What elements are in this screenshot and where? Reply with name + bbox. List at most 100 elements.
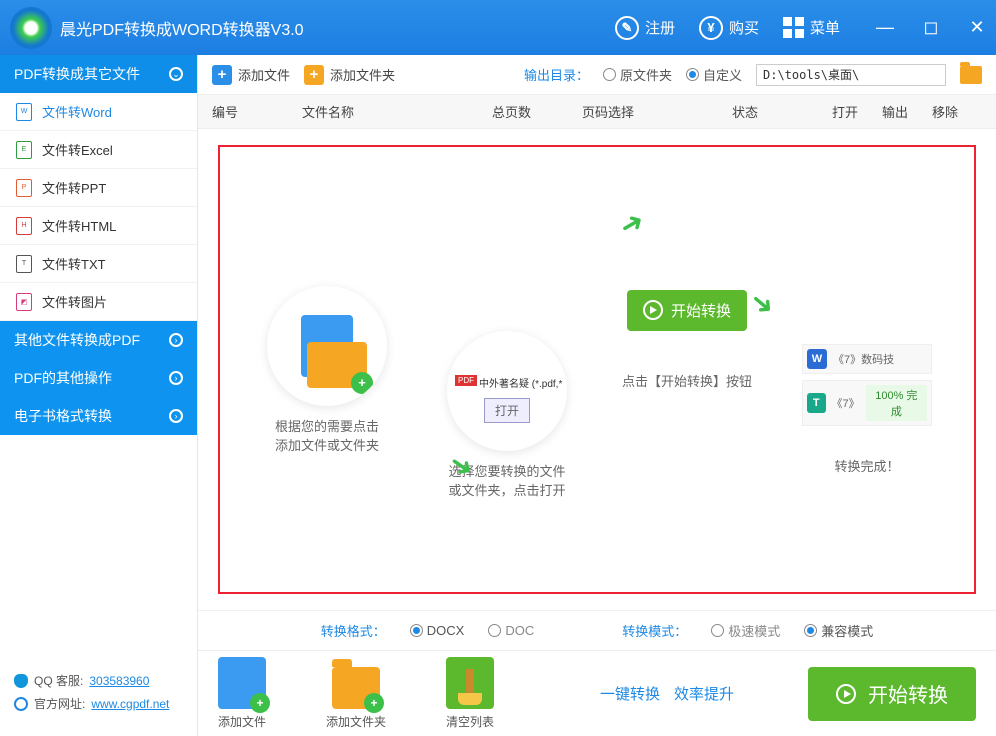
chevron-right-icon: › [169, 333, 183, 347]
radio-label: 兼容模式 [821, 621, 873, 640]
sidebar: PDF转换成其它文件 ⌄ W 文件转Word E文件转Excel P文件转PPT H… [0, 55, 197, 736]
sidebar-item-word[interactable]: W 文件转Word [0, 93, 197, 131]
open-button-sample: 打开 [484, 398, 530, 423]
broom-icon [446, 657, 494, 709]
guide-area: 根据您的需要点击 添加文件或文件夹 ➜ PDF 中外著名疑 (*.pdf,* 打… [218, 145, 976, 594]
radio-compat-mode[interactable]: 兼容模式 [804, 621, 873, 640]
sidebar-item-image[interactable]: ◩文件转图片 [0, 283, 197, 321]
guide-text: 转换完成！ [834, 456, 899, 475]
pdf-badge: PDF [455, 375, 477, 386]
radio-label: DOCX [427, 623, 465, 638]
qq-label: QQ 客服: [34, 672, 83, 689]
radio-fast-mode[interactable]: 极速模式 [711, 621, 780, 640]
chevron-right-icon: › [169, 371, 183, 385]
start-convert-button[interactable]: 开始转换 [808, 667, 976, 721]
radio-label: 原文件夹 [620, 65, 672, 84]
sidebar-head-label: PDF转换成其它文件 [14, 64, 140, 84]
radio-docx[interactable]: DOCX [410, 623, 465, 638]
radio-custom-folder[interactable]: 自定义 [686, 65, 742, 84]
footer-btn-label: 清空列表 [446, 713, 494, 730]
user-icon: ✎ [615, 16, 639, 40]
maximize-button[interactable]: ◻ [922, 17, 940, 38]
chevron-right-icon: › [169, 409, 183, 423]
col-pages: 总页数 [492, 102, 582, 121]
sidebar-item-label: 文件转Word [42, 102, 112, 121]
col-open: 打开 [832, 102, 882, 121]
footer-add-folder[interactable]: 添加文件夹 [326, 657, 386, 730]
start-pill-label: 开始转换 [671, 300, 731, 321]
close-button[interactable]: ✕ [968, 17, 986, 38]
start-label: 开始转换 [868, 679, 948, 708]
txt-file-icon: T [807, 393, 826, 413]
add-folder-button[interactable]: + 添加文件夹 [304, 65, 395, 85]
col-range: 页码选择 [582, 102, 732, 121]
minimize-button[interactable]: — [876, 17, 894, 38]
plus-icon: + [304, 65, 324, 85]
guide-step-4: W《7》数码技 T《7》100% 完成 转换完成！ [782, 344, 952, 475]
start-pill-sample: 开始转换 [627, 290, 747, 331]
guide-text: 根据您的需要点击 添加文件或文件夹 [275, 416, 379, 454]
ie-icon [14, 697, 28, 711]
word-file-icon: W [807, 349, 827, 369]
file-sample-label: 中外著名疑 (*.pdf,* [479, 375, 562, 390]
sidebar-item-excel[interactable]: E文件转Excel [0, 131, 197, 169]
file-add-icon [218, 657, 266, 709]
qq-support: QQ 客服: 303583960 [14, 672, 183, 689]
col-remove: 移除 [932, 102, 982, 121]
browse-folder-button[interactable] [960, 66, 982, 84]
menu-button[interactable]: 菜单 [783, 17, 840, 38]
sidebar-section-pdf-ops[interactable]: PDF的其他操作 › [0, 359, 197, 397]
col-number: 编号 [212, 102, 302, 121]
radio-original-folder[interactable]: 原文件夹 [603, 65, 672, 84]
chevron-down-icon: ⌄ [169, 67, 183, 81]
toolbar: +添加文件 + 添加文件夹 输出目录： 原文件夹 自定义 [198, 55, 996, 95]
table-header: 编号 文件名称 总页数 页码选择 状态 打开 输出 移除 [198, 95, 996, 129]
sidebar-section-label: 其他文件转换成PDF [14, 330, 140, 350]
tagline: 一键转换效率提升 [600, 683, 734, 704]
titlebar: 晨光PDF转换成WORD转换器V3.0 www.pc0359.cn ✎注册 ¥购… [0, 0, 996, 55]
sidebar-item-html[interactable]: H文件转HTML [0, 207, 197, 245]
yen-icon: ¥ [699, 16, 723, 40]
output-dir-label: 输出目录： [524, 65, 589, 84]
ppt-icon: P [16, 179, 32, 197]
qq-link[interactable]: 303583960 [89, 674, 149, 688]
col-output: 输出 [882, 102, 932, 121]
sidebar-section-ebook[interactable]: 电子书格式转换 › [0, 397, 197, 435]
sidebar-section-label: PDF的其他操作 [14, 368, 112, 388]
output-path-input[interactable] [756, 64, 946, 86]
mode-label: 转换模式： [622, 621, 687, 640]
footer-add-file[interactable]: 添加文件 [218, 657, 266, 730]
footer-btn-label: 添加文件 [218, 713, 266, 730]
radio-label: 极速模式 [728, 621, 780, 640]
sidebar-item-ppt[interactable]: P文件转PPT [0, 169, 197, 207]
sidebar-item-label: 文件转TXT [42, 254, 106, 273]
sidebar-section-label: 电子书格式转换 [14, 406, 112, 426]
footer-clear-list[interactable]: 清空列表 [446, 657, 494, 730]
options-bar: 转换格式： DOCX DOC 转换模式： 极速模式 兼容模式 [198, 610, 996, 650]
app-logo [10, 7, 52, 49]
sidebar-item-txt[interactable]: T文件转TXT [0, 245, 197, 283]
buy-button[interactable]: ¥ 购买 [699, 16, 759, 40]
sidebar-item-label: 文件转HTML [42, 216, 116, 235]
footer: 添加文件 添加文件夹 清空列表 一键转换效率提升 开始转换 [198, 650, 996, 736]
radio-doc[interactable]: DOC [488, 623, 534, 638]
buy-label: 购买 [729, 17, 759, 38]
result-filename: 《7》数码技 [833, 351, 894, 367]
word-icon: W [16, 103, 32, 121]
play-icon [836, 684, 856, 704]
format-label: 转换格式： [321, 621, 386, 640]
qq-icon [14, 674, 28, 688]
footer-btn-label: 添加文件夹 [326, 713, 386, 730]
guide-text: 点击【开始转换】按钮 [622, 371, 752, 390]
menu-label: 菜单 [810, 17, 840, 38]
sidebar-section-other-to-pdf[interactable]: 其他文件转换成PDF › [0, 321, 197, 359]
add-file-button[interactable]: +添加文件 [212, 65, 290, 85]
result-filename: 《7》 [832, 395, 860, 411]
add-folder-label: 添加文件夹 [330, 65, 395, 84]
sidebar-head-pdf-to-other[interactable]: PDF转换成其它文件 ⌄ [0, 55, 197, 93]
site-link[interactable]: www.cgpdf.net [91, 697, 169, 711]
grid-icon [783, 17, 804, 38]
add-file-label: 添加文件 [238, 65, 290, 84]
register-button[interactable]: ✎注册 [615, 16, 675, 40]
sidebar-item-label: 文件转图片 [42, 292, 107, 311]
